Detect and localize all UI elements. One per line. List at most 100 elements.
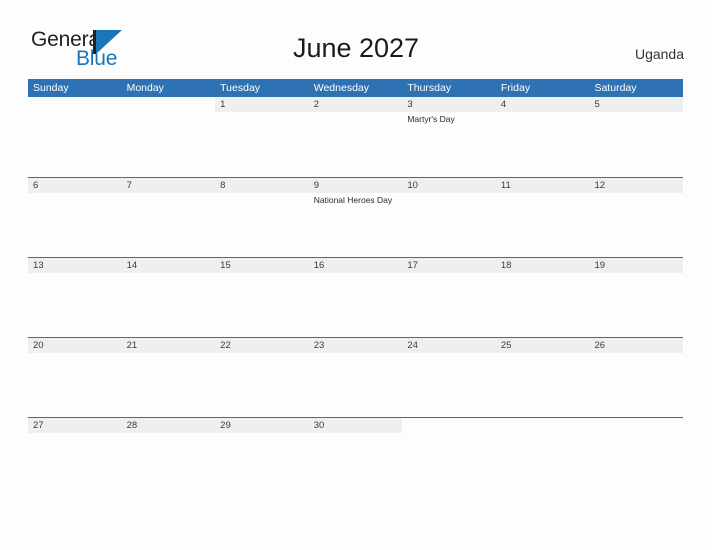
country-label: Uganda [634,46,684,62]
calendar-day-band [28,97,122,112]
calendar-day-band [402,418,496,433]
calendar-day-cell[interactable]: 5 [589,97,684,177]
calendar-day-number: 26 [594,340,606,351]
calendar-day-number: 21 [126,340,138,351]
weekday-header-thursday: Thursday [407,82,452,94]
calendar-day-cell[interactable]: 25 [495,338,590,417]
calendar-day-empty [28,97,122,177]
calendar-day-number: 18 [500,260,512,271]
weekday-header-row: Sunday Monday Tuesday Wednesday Thursday… [28,79,683,97]
calendar-day-band [496,418,590,433]
calendar-day-empty [121,97,216,177]
calendar-day-number: 24 [407,340,418,351]
calendar-day-number: 5 [594,99,600,110]
calendar-day-cell[interactable]: 6 [28,178,122,257]
calendar-day-number: 30 [313,420,325,431]
calendar-day-band [589,418,683,433]
calendar-day-cell[interactable]: 21 [121,338,216,417]
calendar-week-row: 20 21 22 23 24 25 26 [28,337,684,417]
calendar-day-cell[interactable]: 24 [402,338,496,417]
calendar-day-number: 10 [407,180,418,191]
calendar-day-band [28,178,122,193]
calendar-day-band [215,178,309,193]
weekday-header-monday: Monday [126,82,164,94]
calendar-day-empty [495,418,590,497]
calendar-day-cell[interactable]: 12 [589,178,684,257]
calendar-day-cell[interactable]: 13 [28,258,122,337]
calendar-day-band [495,97,590,112]
calendar-day-cell[interactable]: 27 [28,418,122,497]
calendar-day-number: 7 [126,180,132,191]
calendar-day-number: 8 [220,180,226,191]
calendar-day-number: 2 [313,99,320,110]
calendar-day-number: 25 [500,340,512,351]
calendar-day-cell[interactable]: 26 [589,338,684,417]
calendar-day-cell[interactable]: 10 [402,178,496,257]
page-title: June 2027 [292,33,420,63]
calendar-day-number: 29 [220,420,231,431]
calendar-event-label: Martyr's Day [407,114,455,124]
calendar-day-number: 6 [33,180,39,191]
calendar-week-row: 13 14 15 16 17 18 19 [28,257,684,337]
calendar-day-cell[interactable]: 20 [28,338,122,417]
calendar-day-number: 17 [407,260,418,271]
calendar-event-label: National Heroes Day [313,195,393,205]
calendar-page: General Blue June 2027 Uganda Sunday Mon… [0,0,712,550]
calendar-day-number: 22 [220,340,231,351]
weekday-header-friday: Friday [500,82,531,94]
calendar-day-number: 28 [126,420,138,431]
calendar-day-cell[interactable]: 30 [308,418,403,497]
calendar-day-cell[interactable]: 8 [215,178,309,257]
page-header: General Blue June 2027 Uganda [0,0,712,79]
calendar-day-empty [589,418,684,497]
calendar-day-cell[interactable]: 3 Martyr's Day [402,97,496,177]
calendar-day-cell[interactable]: 9 National Heroes Day [308,178,403,257]
calendar-day-number: 20 [33,340,44,351]
calendar-day-cell[interactable]: 23 [308,338,403,417]
calendar-day-number: 12 [594,180,606,191]
calendar-day-number: 1 [220,99,226,110]
weekday-header-saturday: Saturday [594,82,637,94]
calendar-day-cell[interactable]: 19 [589,258,684,337]
calendar-day-cell[interactable]: 29 [215,418,309,497]
calendar-day-number: 23 [313,340,325,351]
calendar-day-cell[interactable]: 22 [215,338,309,417]
calendar-day-cell[interactable]: 2 [308,97,403,177]
calendar-day-number: 4 [500,99,507,110]
calendar-day-band [402,97,496,112]
calendar-day-band [121,178,216,193]
calendar-day-empty [402,418,496,497]
calendar-day-band [308,178,403,193]
calendar-day-cell[interactable]: 15 [215,258,309,337]
calendar-day-events: National Heroes Day [314,195,399,207]
calendar-day-number: 27 [33,420,44,431]
calendar-day-cell[interactable]: 1 [215,97,309,177]
calendar-day-cell[interactable]: 17 [402,258,496,337]
calendar-day-cell[interactable]: 7 [121,178,216,257]
calendar-day-number: 9 [313,180,320,191]
calendar-day-number: 3 [407,99,413,110]
weekday-header-sunday: Sunday [33,82,69,94]
calendar-week-row: 1 2 3 Martyr's Day 4 5 [28,97,684,177]
calendar-day-number: 11 [500,180,511,191]
calendar-weeks: 1 2 3 Martyr's Day 4 5 6 7 8 9 National Heroes Day… [28,97,684,497]
calendar-day-cell[interactable]: 16 [308,258,403,337]
calendar-day-cell[interactable]: 28 [121,418,216,497]
calendar-day-band [122,97,216,112]
calendar-grid: Sunday Monday Tuesday Wednesday Thursday… [28,79,684,497]
calendar-week-row: 27 28 29 30 [28,417,684,497]
calendar-day-band [308,97,403,112]
calendar-day-cell[interactable]: 4 [495,97,590,177]
weekday-header-wednesday: Wednesday [313,82,369,94]
calendar-day-number: 14 [126,260,138,271]
calendar-day-number: 19 [594,260,606,271]
calendar-day-number: 13 [33,260,44,271]
calendar-day-cell[interactable]: 14 [121,258,216,337]
calendar-day-events: Martyr's Day [407,114,492,126]
calendar-day-cell[interactable]: 18 [495,258,590,337]
calendar-day-number: 16 [313,260,325,271]
calendar-day-number: 15 [220,260,231,271]
calendar-day-band [589,97,684,112]
calendar-day-cell[interactable]: 11 [495,178,590,257]
calendar-day-band [215,97,309,112]
